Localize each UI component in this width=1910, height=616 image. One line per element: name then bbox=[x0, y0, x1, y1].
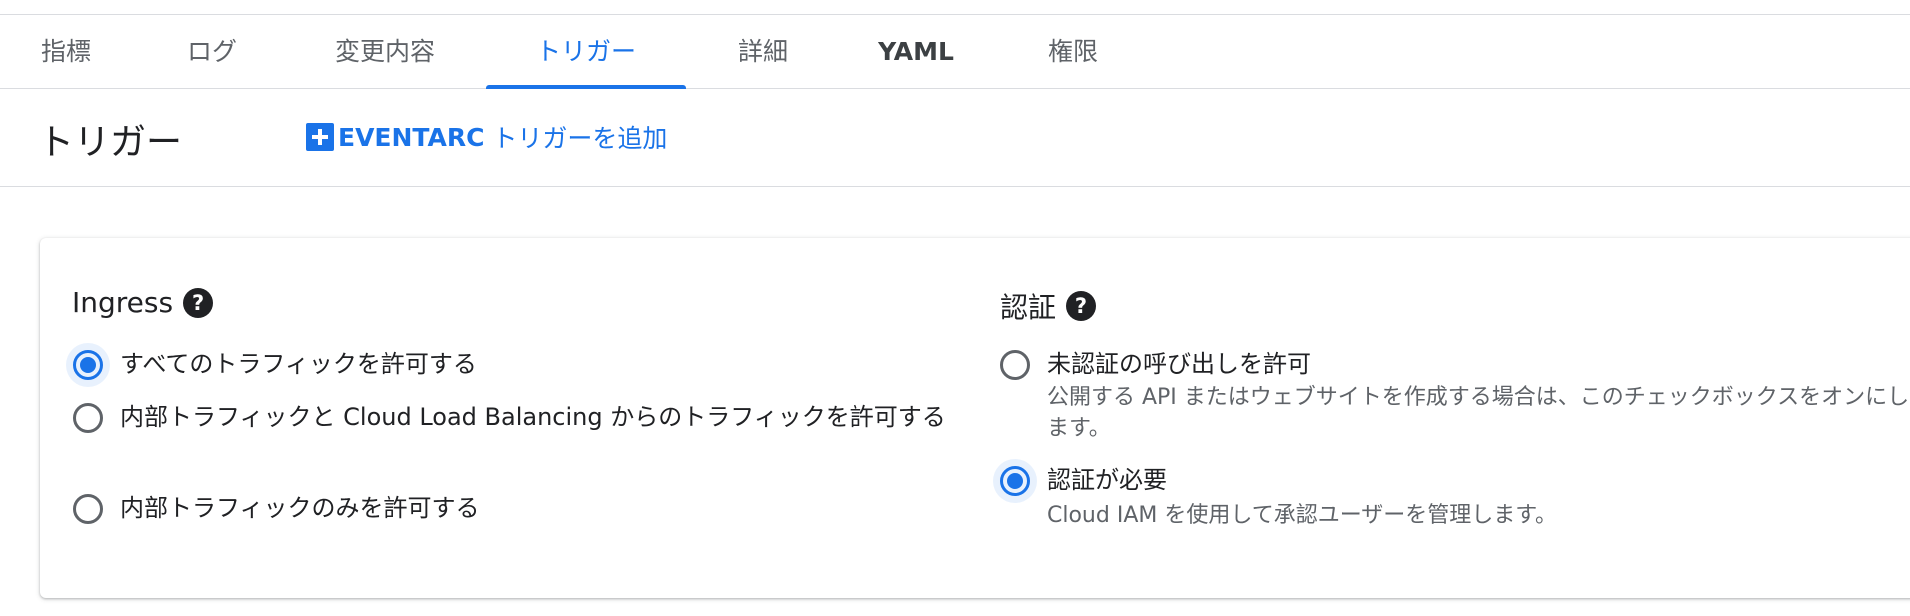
page-title: トリガー bbox=[38, 122, 183, 163]
tab-triggers[interactable]: トリガー bbox=[486, 15, 686, 89]
auth-allow-unauth-radio[interactable] bbox=[1000, 350, 1030, 380]
auth-allow-unauth-description: 公開する API またはウェブサイトを作成する場合は、このチェックボックスをオン… bbox=[1047, 385, 1910, 441]
auth-title-label: 認証 bbox=[1000, 291, 1057, 324]
tab-revisions[interactable]: 変更内容 bbox=[330, 15, 440, 88]
auth-required-radio[interactable] bbox=[993, 459, 1037, 503]
tab-metrics[interactable]: 指標 bbox=[36, 15, 96, 88]
auth-required-label[interactable]: 認証が必要 bbox=[1047, 461, 1910, 499]
ingress-title: Ingress ? bbox=[72, 286, 214, 319]
help-circle-icon[interactable]: ? bbox=[1066, 291, 1097, 321]
tab-details[interactable]: 詳細 bbox=[733, 15, 793, 88]
ingress-internal-only-label[interactable]: 内部トラフィックのみを許可する bbox=[120, 489, 1000, 527]
page-header: トリガー EVENTARC トリガーを追加 bbox=[0, 89, 1910, 187]
settings-card: Ingress ? すべてのトラフィックを許可する 内部トラフィックと Clou… bbox=[40, 238, 1910, 598]
tab-permissions[interactable]: 権限 bbox=[1045, 15, 1101, 88]
ingress-internal-lb-label[interactable]: 内部トラフィックと Cloud Load Balancing からのトラフィック… bbox=[120, 398, 1000, 436]
add-trigger-label: トリガーを追加 bbox=[484, 124, 668, 153]
ingress-all-radio[interactable] bbox=[66, 343, 110, 387]
plus-box-icon bbox=[306, 123, 334, 151]
ingress-title-label: Ingress bbox=[72, 286, 174, 319]
tab-bar: 指標 ログ 変更内容 トリガー 詳細 YAML 権限 bbox=[0, 15, 1910, 89]
help-circle-icon[interactable]: ? bbox=[183, 287, 214, 318]
auth-title: 認証 ? bbox=[1000, 286, 1097, 326]
ingress-internal-lb-radio[interactable] bbox=[73, 403, 103, 433]
ingress-all-label[interactable]: すべてのトラフィックを許可する bbox=[120, 345, 1000, 383]
tab-logs[interactable]: ログ bbox=[183, 15, 241, 88]
auth-allow-unauth-label[interactable]: 未認証の呼び出しを許可 bbox=[1047, 345, 1910, 383]
add-eventarc-trigger-button[interactable]: EVENTARC トリガーを追加 bbox=[306, 119, 667, 155]
add-trigger-label-bold: EVENTARC bbox=[338, 122, 485, 152]
auth-required-description: Cloud IAM を使用して承認ユーザーを管理します。 bbox=[1047, 503, 1558, 528]
tab-yaml[interactable]: YAML bbox=[878, 15, 954, 88]
ingress-internal-only-radio[interactable] bbox=[73, 494, 103, 524]
